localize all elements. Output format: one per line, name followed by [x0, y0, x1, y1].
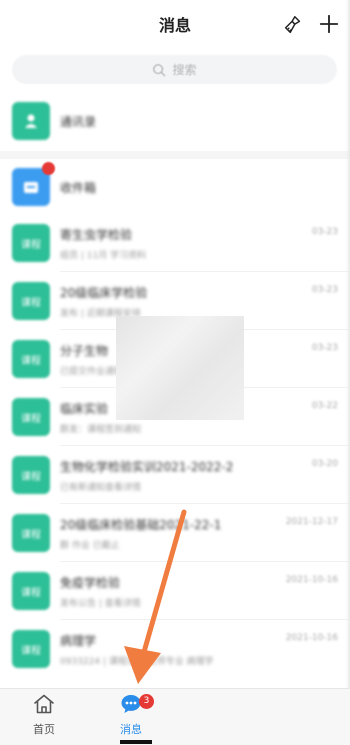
course-icon-label: 课程: [21, 239, 41, 251]
row-date: 03-22: [311, 401, 338, 411]
home-icon: [34, 694, 54, 714]
course-icon-label: 课程: [21, 645, 41, 657]
search-placeholder: 搜索: [172, 63, 197, 77]
row-title: 20级临床检验基础2021-22-1: [60, 518, 222, 532]
row-subtitle: 群 作业 已截止: [60, 541, 120, 551]
row-subtitle: 发布公告 | 查看详情: [60, 599, 141, 609]
row-title: 寄生虫学检验: [60, 228, 133, 242]
list-item[interactable]: 课程 病理学 0933224 | 课程资料 老师专业 病理学 2021-10-1…: [0, 622, 350, 678]
row-subtitle: 已提交作业通知: [60, 367, 124, 377]
row-divider: [60, 561, 350, 562]
course-icon: 课程: [12, 398, 50, 436]
course-icon: 课程: [12, 224, 50, 262]
contacts-icon: [12, 102, 50, 140]
search-icon: [153, 63, 166, 76]
scroll-edge-shadow: [346, 0, 350, 744]
course-icon-label: 课程: [21, 355, 41, 367]
row-divider: [60, 503, 350, 504]
tab-home-label: 首页: [33, 723, 55, 736]
row-title: 收件箱: [60, 181, 97, 195]
row-date: 2021-10-16: [285, 633, 338, 643]
row-title: 病理学: [60, 634, 97, 648]
unread-count-badge: 3: [139, 694, 154, 709]
row-date: 03-23: [311, 285, 338, 295]
row-date: 03-23: [311, 343, 338, 353]
tab-home[interactable]: 首页: [14, 693, 74, 737]
list-item[interactable]: 课程 寄生虫学检验 组员 | 11月 学习资料 03-23: [0, 216, 350, 272]
page-title: 消息: [158, 16, 191, 35]
row-title: 分子生物: [60, 344, 109, 358]
list-item[interactable]: 课程 免疫学检验 发布公告 | 查看详情 2021-10-16: [0, 564, 350, 620]
course-icon: 课程: [12, 340, 50, 378]
row-title: 免疫学检验: [60, 576, 121, 590]
list-item-files[interactable]: 收件箱: [0, 160, 350, 216]
row-date: 03-23: [311, 227, 338, 237]
row-subtitle: 0933224 | 课程资料 老师专业 病理学: [60, 657, 214, 667]
list-item[interactable]: 课程 生物化学检验实训2021-2022-2 已有新通知查看详情 03-20: [0, 448, 350, 504]
row-title: 通讯录: [60, 115, 97, 129]
clean-broom-icon[interactable]: [282, 14, 304, 36]
row-subtitle: 已有新通知查看详情: [60, 483, 142, 493]
course-icon: 课程: [12, 514, 50, 552]
header: 消息: [0, 0, 350, 48]
course-icon: 课程: [12, 282, 50, 320]
row-date: 03-20: [311, 459, 338, 469]
course-icon-label: 课程: [21, 587, 41, 599]
list-item[interactable]: 课程 20级临床检验基础2021-22-1 群 作业 已截止 2021-12-1…: [0, 506, 350, 562]
row-date: 2021-10-16: [285, 575, 338, 585]
course-icon-label: 课程: [21, 413, 41, 425]
row-title: 20级临床学检验: [60, 286, 148, 300]
pixelated-redaction: [116, 316, 244, 420]
row-title: 临床实验: [60, 402, 109, 416]
section-divider: [0, 151, 350, 159]
row-title: 生物化学检验实训2021-2022-2: [60, 460, 234, 474]
home-indicator: [120, 740, 152, 744]
row-subtitle: 群发：课程签到通知: [60, 425, 142, 435]
row-divider: [60, 445, 350, 446]
row-divider: [60, 271, 350, 272]
row-date: 2021-12-17: [285, 517, 338, 527]
bottom-tab-bar: 首页 消息: [0, 688, 350, 745]
add-plus-icon[interactable]: [318, 13, 340, 35]
course-icon: 课程: [12, 572, 50, 610]
list-item-contacts[interactable]: 通讯录: [0, 94, 350, 150]
unread-dot: [42, 162, 55, 175]
row-divider: [60, 619, 350, 620]
row-subtitle: 组员 | 11月 学习资料: [60, 251, 147, 261]
course-icon-label: 课程: [21, 529, 41, 541]
course-icon-label: 课程: [21, 471, 41, 483]
search-bar[interactable]: 搜索: [12, 55, 337, 84]
course-icon-label: 课程: [21, 297, 41, 309]
course-icon: 课程: [12, 630, 50, 668]
course-icon: 课程: [12, 456, 50, 494]
tab-messages-label: 消息: [120, 723, 142, 736]
